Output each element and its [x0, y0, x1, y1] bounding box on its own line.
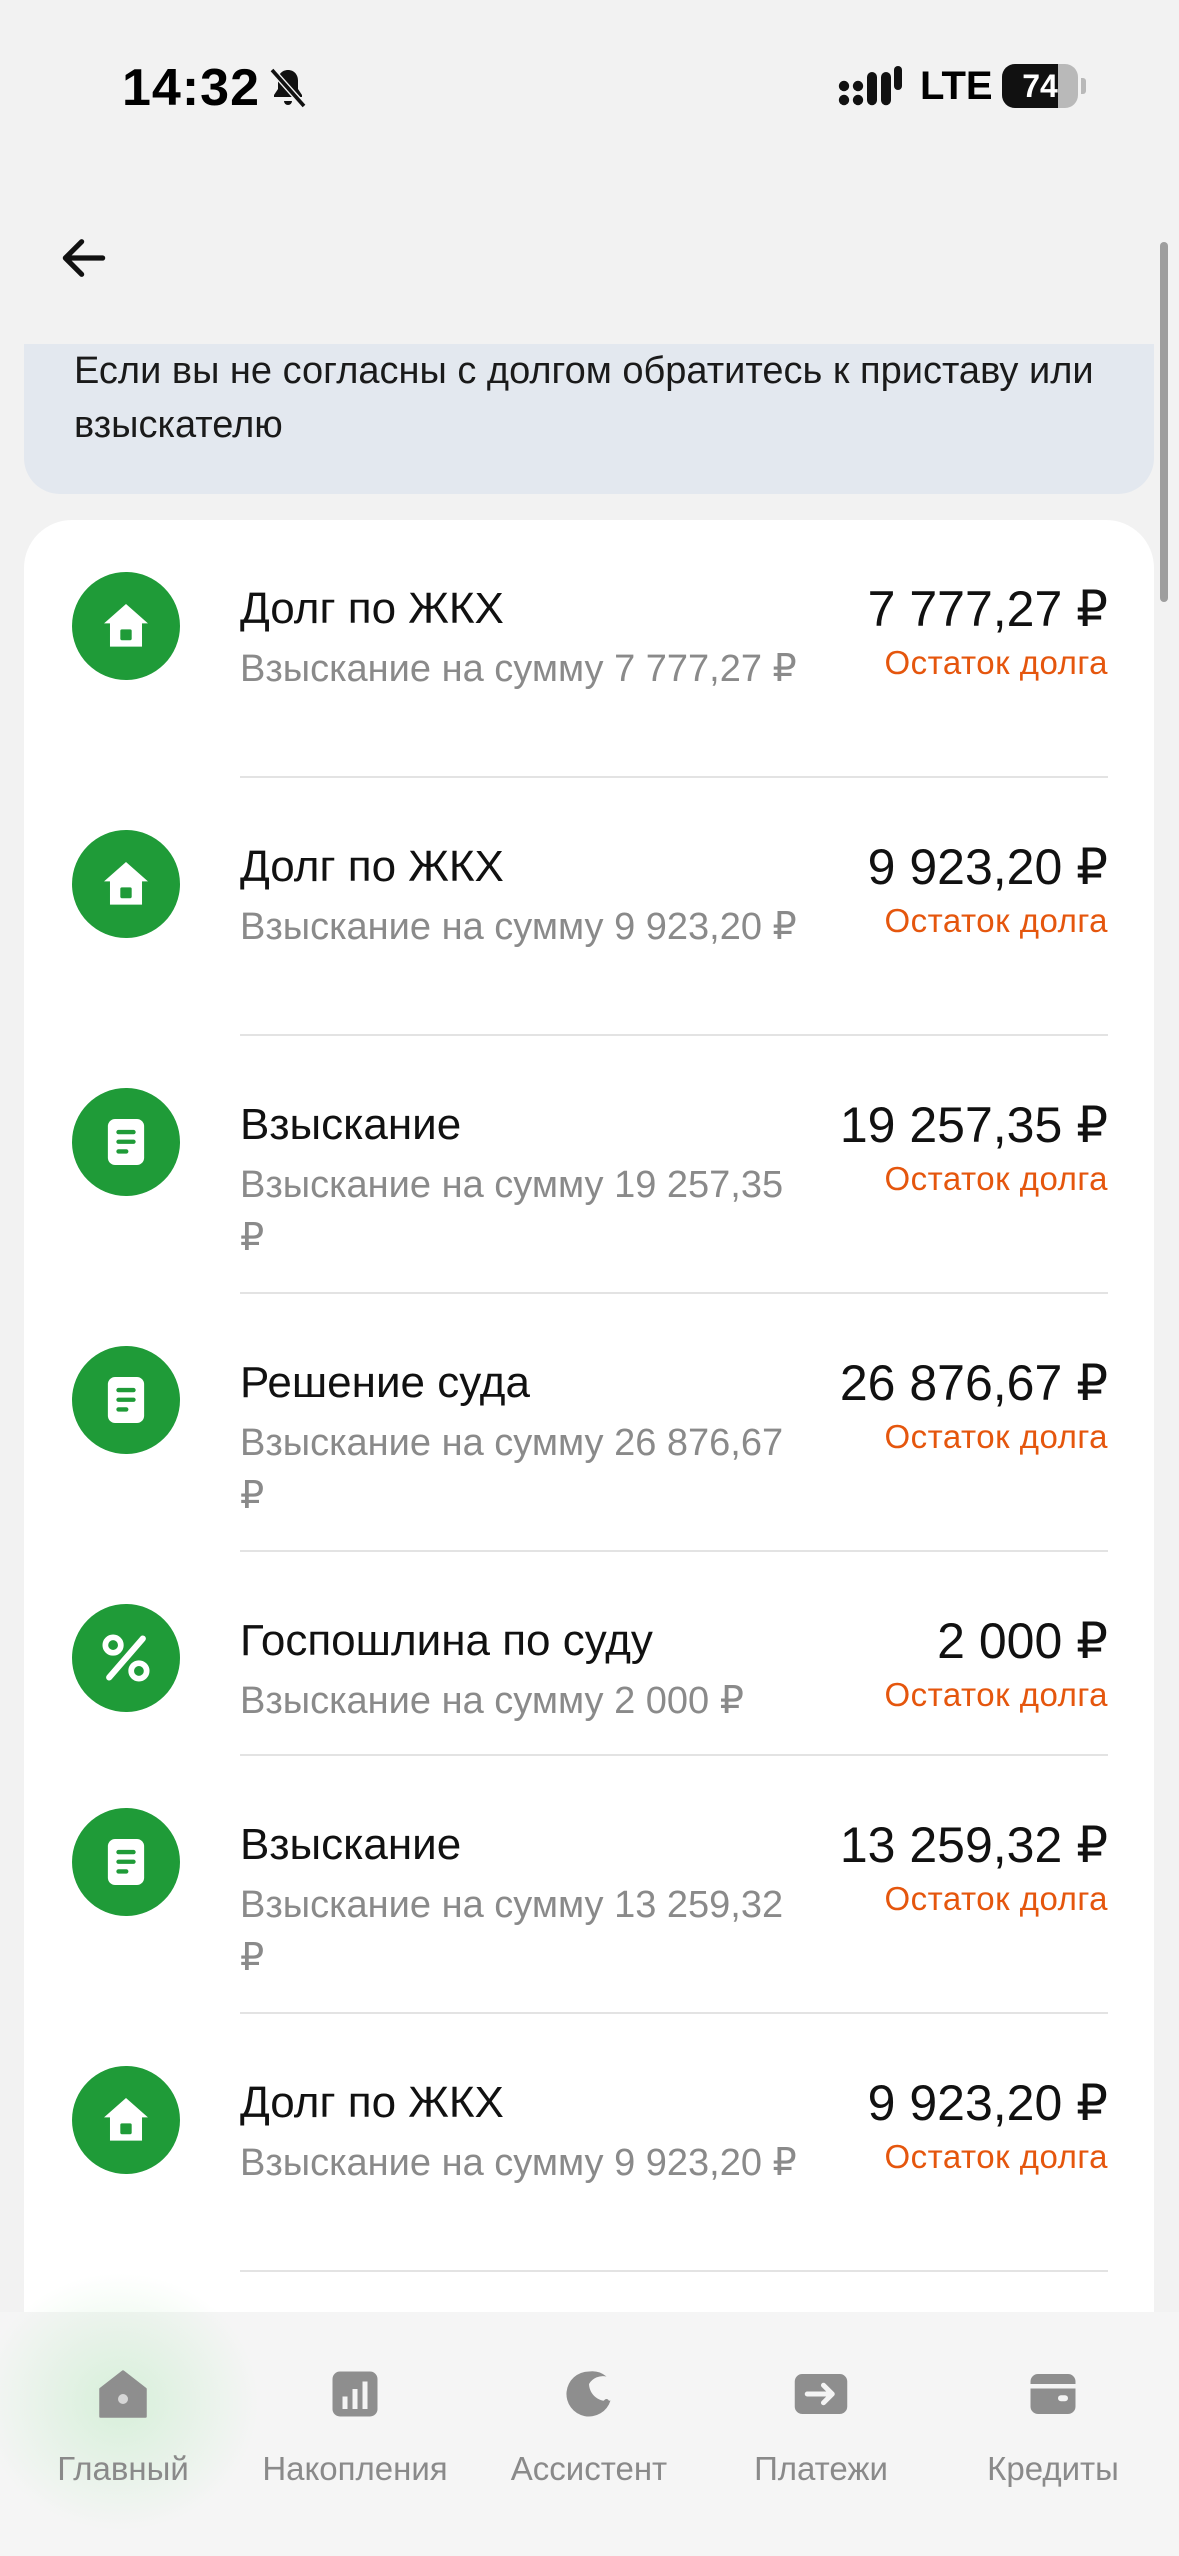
battery-indicator: 74 — [1002, 64, 1086, 108]
debt-item[interactable]: Долг по ЖКХ Взыскание на сумму 9 923,20 ₽… — [24, 778, 1154, 1036]
debt-item[interactable]: Долг по ЖКХ Взыскание на сумму 7 777,27 ₽… — [24, 520, 1154, 778]
percent-icon — [72, 1604, 180, 1712]
debt-status: Остаток долга — [884, 2138, 1108, 2175]
debt-item[interactable]: Решение суда Взыскание на сумму 26 876,67… — [24, 1294, 1154, 1552]
debt-item[interactable]: Взыскание Взыскание на сумму 19 257,35 ₽ 1… — [24, 1036, 1154, 1294]
signal-icon — [838, 66, 902, 106]
chart-icon — [325, 2364, 385, 2424]
back-button[interactable] — [48, 222, 120, 294]
debt-title: Госпошлина по суду — [240, 1616, 653, 1665]
debt-item[interactable]: Взыскание Взыскание на сумму 13 259,32 ₽ 1… — [24, 1756, 1154, 2014]
debt-amount: 13 259,32 ₽ — [839, 1817, 1108, 1873]
debt-title: Решение суда — [240, 1358, 530, 1407]
arrow-left-icon — [62, 239, 106, 277]
debt-title: Взыскание — [240, 1820, 462, 1869]
nav-label: Платежи — [754, 2450, 888, 2487]
info-banner-text: Если вы не согласны с долгом обратитесь … — [74, 350, 1094, 446]
debt-amount: 7 777,27 ₽ — [867, 581, 1108, 637]
transfer-icon — [791, 2364, 851, 2424]
document-icon — [72, 1346, 180, 1454]
debt-subtitle: Взыскание на сумму 26 876,67 ₽ — [240, 1422, 784, 1517]
debt-status: Остаток долга — [884, 1418, 1108, 1455]
house-icon — [72, 830, 180, 938]
nav-label: Накопления — [262, 2450, 448, 2487]
debt-title: Долг по ЖКХ — [240, 842, 504, 891]
debt-amount: 2 000 ₽ — [937, 1613, 1108, 1669]
document-icon — [72, 1808, 180, 1916]
nav-label: Кредиты — [987, 2450, 1119, 2487]
info-banner: Если вы не согласны с долгом обратитесь … — [24, 344, 1154, 494]
nav-item-transfer[interactable]: Платежи — [706, 2342, 936, 2502]
scrollbar[interactable] — [1160, 242, 1168, 602]
debt-status: Остаток долга — [884, 1160, 1108, 1197]
house-icon — [72, 572, 180, 680]
debt-status: Остаток долга — [884, 1676, 1108, 1713]
assistant-icon — [559, 2364, 619, 2424]
debt-status: Остаток долга — [884, 644, 1108, 681]
battery-level: 74 — [1022, 68, 1058, 104]
nav-label: Главный — [57, 2450, 189, 2487]
bell-muted-icon — [269, 67, 307, 109]
debt-subtitle: Взыскание на сумму 13 259,32 ₽ — [240, 1884, 784, 1979]
nav-item-assistant[interactable]: Ассистент — [474, 2342, 704, 2502]
debt-item[interactable]: Госпошлина по суду Взыскание на сумму 2 0… — [24, 1552, 1154, 1756]
debt-list: Долг по ЖКХ Взыскание на сумму 7 777,27 ₽… — [24, 520, 1154, 2400]
debt-status: Остаток долга — [884, 1880, 1108, 1917]
debt-amount: 26 876,67 ₽ — [839, 1355, 1108, 1411]
debt-subtitle: Взыскание на сумму 9 923,20 ₽ — [240, 2142, 797, 2184]
house-icon — [72, 2066, 180, 2174]
debt-title: Взыскание — [240, 1100, 462, 1149]
debt-title: Долг по ЖКХ — [240, 2078, 504, 2127]
network-type: LTE — [920, 64, 993, 108]
nav-label: Ассистент — [510, 2450, 668, 2487]
debt-subtitle: Взыскание на сумму 9 923,20 ₽ — [240, 906, 797, 948]
status-bar: 14:32 LTE 74 — [0, 0, 1179, 170]
debt-subtitle: Взыскание на сумму 19 257,35 ₽ — [240, 1164, 784, 1259]
nav-item-chart[interactable]: Накопления — [240, 2342, 470, 2502]
bottom-navigation: Главный Накопления Ассистент Платежи Кредиты — [0, 2272, 1179, 2556]
debt-amount: 9 923,20 ₽ — [867, 2075, 1108, 2131]
debt-amount: 19 257,35 ₽ — [839, 1097, 1108, 1153]
document-icon — [72, 1088, 180, 1196]
status-time: 14:32 — [122, 59, 260, 117]
debt-item[interactable]: Долг по ЖКХ Взыскание на сумму 9 923,20 ₽… — [24, 2014, 1154, 2272]
nav-item-wallet[interactable]: Кредиты — [938, 2342, 1168, 2502]
debt-subtitle: Взыскание на сумму 7 777,27 ₽ — [240, 648, 797, 690]
nav-item-home[interactable]: Главный — [8, 2342, 238, 2502]
divider — [240, 2270, 1108, 2272]
home-icon — [93, 2364, 153, 2424]
debt-amount: 9 923,20 ₽ — [867, 839, 1108, 895]
debt-subtitle: Взыскание на сумму 2 000 ₽ — [240, 1680, 744, 1722]
debt-status: Остаток долга — [884, 902, 1108, 939]
debt-title: Долг по ЖКХ — [240, 584, 504, 633]
wallet-icon — [1023, 2364, 1083, 2424]
